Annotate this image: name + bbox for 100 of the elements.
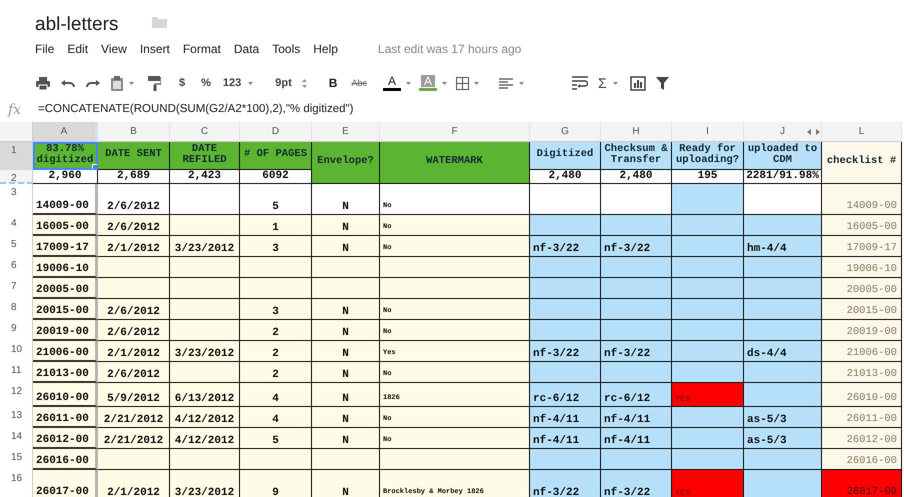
sheet-cell[interactable]: 19006-10 xyxy=(822,257,902,278)
row-number[interactable]: 2 xyxy=(0,170,33,184)
sheet-cell[interactable]: N xyxy=(312,383,380,407)
sheet-cell[interactable] xyxy=(380,449,530,470)
sheet-cell[interactable]: 26011-00 xyxy=(33,407,98,428)
sheet-cell[interactable] xyxy=(672,320,744,341)
sheet-cell[interactable]: N xyxy=(312,320,380,341)
sheet-cell[interactable] xyxy=(530,362,601,383)
sheet-cell[interactable] xyxy=(530,449,601,470)
sheet-cell[interactable]: ds-4/4 xyxy=(744,341,822,362)
sheet-cell[interactable]: 21006-00 xyxy=(822,341,902,362)
sheet-cell[interactable]: 1 xyxy=(240,215,312,236)
sheet-cell[interactable]: 2/21/2012 xyxy=(98,407,170,428)
sheet-cell[interactable] xyxy=(744,257,822,278)
sheet-cell[interactable]: 4/12/2012 xyxy=(170,407,240,428)
sheet-cell[interactable]: 16005-00 xyxy=(822,215,902,236)
font-size-field[interactable]: 9pt xyxy=(273,78,294,88)
sheet-cell[interactable] xyxy=(744,449,822,470)
sheet-cell[interactable] xyxy=(98,257,170,278)
sheet-cell[interactable]: Envelope? xyxy=(312,142,380,184)
sheet-cell[interactable]: 2/6/2012 xyxy=(98,320,170,341)
sheet-cell[interactable] xyxy=(170,215,240,236)
clipboard-icon[interactable] xyxy=(111,76,123,90)
column-header[interactable]: B xyxy=(98,122,170,142)
sheet-cell[interactable] xyxy=(530,257,601,278)
sheet-cell[interactable]: as-5/3 xyxy=(744,428,822,449)
sheet-cell[interactable] xyxy=(744,470,822,497)
sheet-cell[interactable]: 5 xyxy=(240,428,312,449)
column-scroll-arrows-icon[interactable] xyxy=(807,129,820,135)
sheet-cell[interactable]: 2/1/2012 xyxy=(98,236,170,257)
bold-button[interactable]: B xyxy=(326,77,340,89)
sheet-cell[interactable]: 5/9/2012 xyxy=(98,383,170,407)
sheet-cell[interactable]: 4/12/2012 xyxy=(170,428,240,449)
chart-icon[interactable] xyxy=(630,76,646,90)
sheet-cell[interactable] xyxy=(672,428,744,449)
sheet-cell[interactable]: 2/6/2012 xyxy=(98,215,170,236)
row-number[interactable]: 1 xyxy=(0,142,33,170)
sheet-cell[interactable] xyxy=(170,362,240,383)
sheet-cell[interactable] xyxy=(380,278,530,299)
sheet-cell[interactable]: 26010-00 xyxy=(33,383,98,407)
sheet-cell[interactable] xyxy=(672,278,744,299)
sheet-cell[interactable] xyxy=(601,362,672,383)
sheet-cell[interactable] xyxy=(98,278,170,299)
sheet-cell[interactable]: as-5/3 xyxy=(744,407,822,428)
sheet-cell[interactable]: 20015-00 xyxy=(822,299,902,320)
formula-input[interactable]: =CONCATENATE(ROUND(SUM(G2/A2*100),2),"% digitized") xyxy=(38,101,354,119)
sheet-cell[interactable]: 9 xyxy=(240,470,312,497)
caret-icon[interactable] xyxy=(612,82,618,84)
sheet-cell[interactable] xyxy=(744,383,822,407)
sheet-cell[interactable]: 195 xyxy=(672,170,744,184)
menu-item[interactable]: File xyxy=(35,38,54,58)
column-header[interactable]: F xyxy=(380,122,530,142)
text-wrap-icon[interactable] xyxy=(572,76,588,90)
sheet-cell[interactable]: nf-3/22 xyxy=(530,470,601,497)
sheet-cell[interactable] xyxy=(312,257,380,278)
sheet-cell[interactable] xyxy=(170,299,240,320)
sheet-cell[interactable]: uploaded to CDM xyxy=(744,142,822,170)
sheet-cell[interactable]: 3/23/2012 xyxy=(170,236,240,257)
sheet-cell[interactable] xyxy=(601,257,672,278)
sheet-cell[interactable]: 2 xyxy=(240,320,312,341)
caret-icon[interactable] xyxy=(518,82,524,84)
sheet-cell[interactable]: 2,689 xyxy=(98,170,170,184)
sheet-cell[interactable] xyxy=(312,278,380,299)
sheet-cell[interactable] xyxy=(744,278,822,299)
sheet-cell[interactable] xyxy=(530,278,601,299)
sheet-cell[interactable] xyxy=(672,449,744,470)
sheet-cell[interactable] xyxy=(744,184,822,215)
sheet-cell[interactable]: 20005-00 xyxy=(822,278,902,299)
sheet-cell[interactable]: 4 xyxy=(240,383,312,407)
sheet-cell[interactable]: 14009-00 xyxy=(822,184,902,215)
sheet-cell[interactable] xyxy=(744,299,822,320)
sheet-cell[interactable]: N xyxy=(312,470,380,497)
caret-icon[interactable] xyxy=(474,82,479,84)
filter-icon[interactable] xyxy=(656,76,669,90)
sheet-cell[interactable] xyxy=(601,320,672,341)
sheet-cell[interactable]: nf-3/22 xyxy=(601,341,672,362)
sheet-cell[interactable]: 2281/91.98% xyxy=(744,170,822,184)
sheet-cell[interactable]: 26017-00 xyxy=(822,470,902,497)
column-header[interactable]: I xyxy=(672,122,744,142)
column-header[interactable]: C xyxy=(170,122,240,142)
sheet-cell[interactable]: 5 xyxy=(240,184,312,215)
sheet-cell[interactable]: 26012-00 xyxy=(822,428,902,449)
sheet-cell[interactable] xyxy=(672,299,744,320)
column-header[interactable]: A xyxy=(33,122,98,142)
sheet-cell[interactable] xyxy=(170,320,240,341)
sheet-cell[interactable]: 20019-00 xyxy=(822,320,902,341)
sheet-cell[interactable] xyxy=(240,278,312,299)
sheet-cell[interactable] xyxy=(170,257,240,278)
sheet-cell[interactable] xyxy=(672,362,744,383)
sheet-cell[interactable]: rc-6/12 xyxy=(530,383,601,407)
column-header[interactable]: J xyxy=(744,122,822,142)
menu-item[interactable]: Tools xyxy=(272,38,300,58)
sheet-cell[interactable] xyxy=(672,236,744,257)
sheet-cell[interactable]: # OF PAGES xyxy=(240,142,312,170)
caret-icon[interactable] xyxy=(248,82,254,84)
sheet-cell[interactable] xyxy=(672,407,744,428)
caret-icon[interactable] xyxy=(442,82,447,84)
sheet-cell[interactable] xyxy=(530,320,601,341)
sheet-cell[interactable]: 2,960 xyxy=(33,170,98,184)
sheet-cell[interactable]: 3 xyxy=(240,236,312,257)
